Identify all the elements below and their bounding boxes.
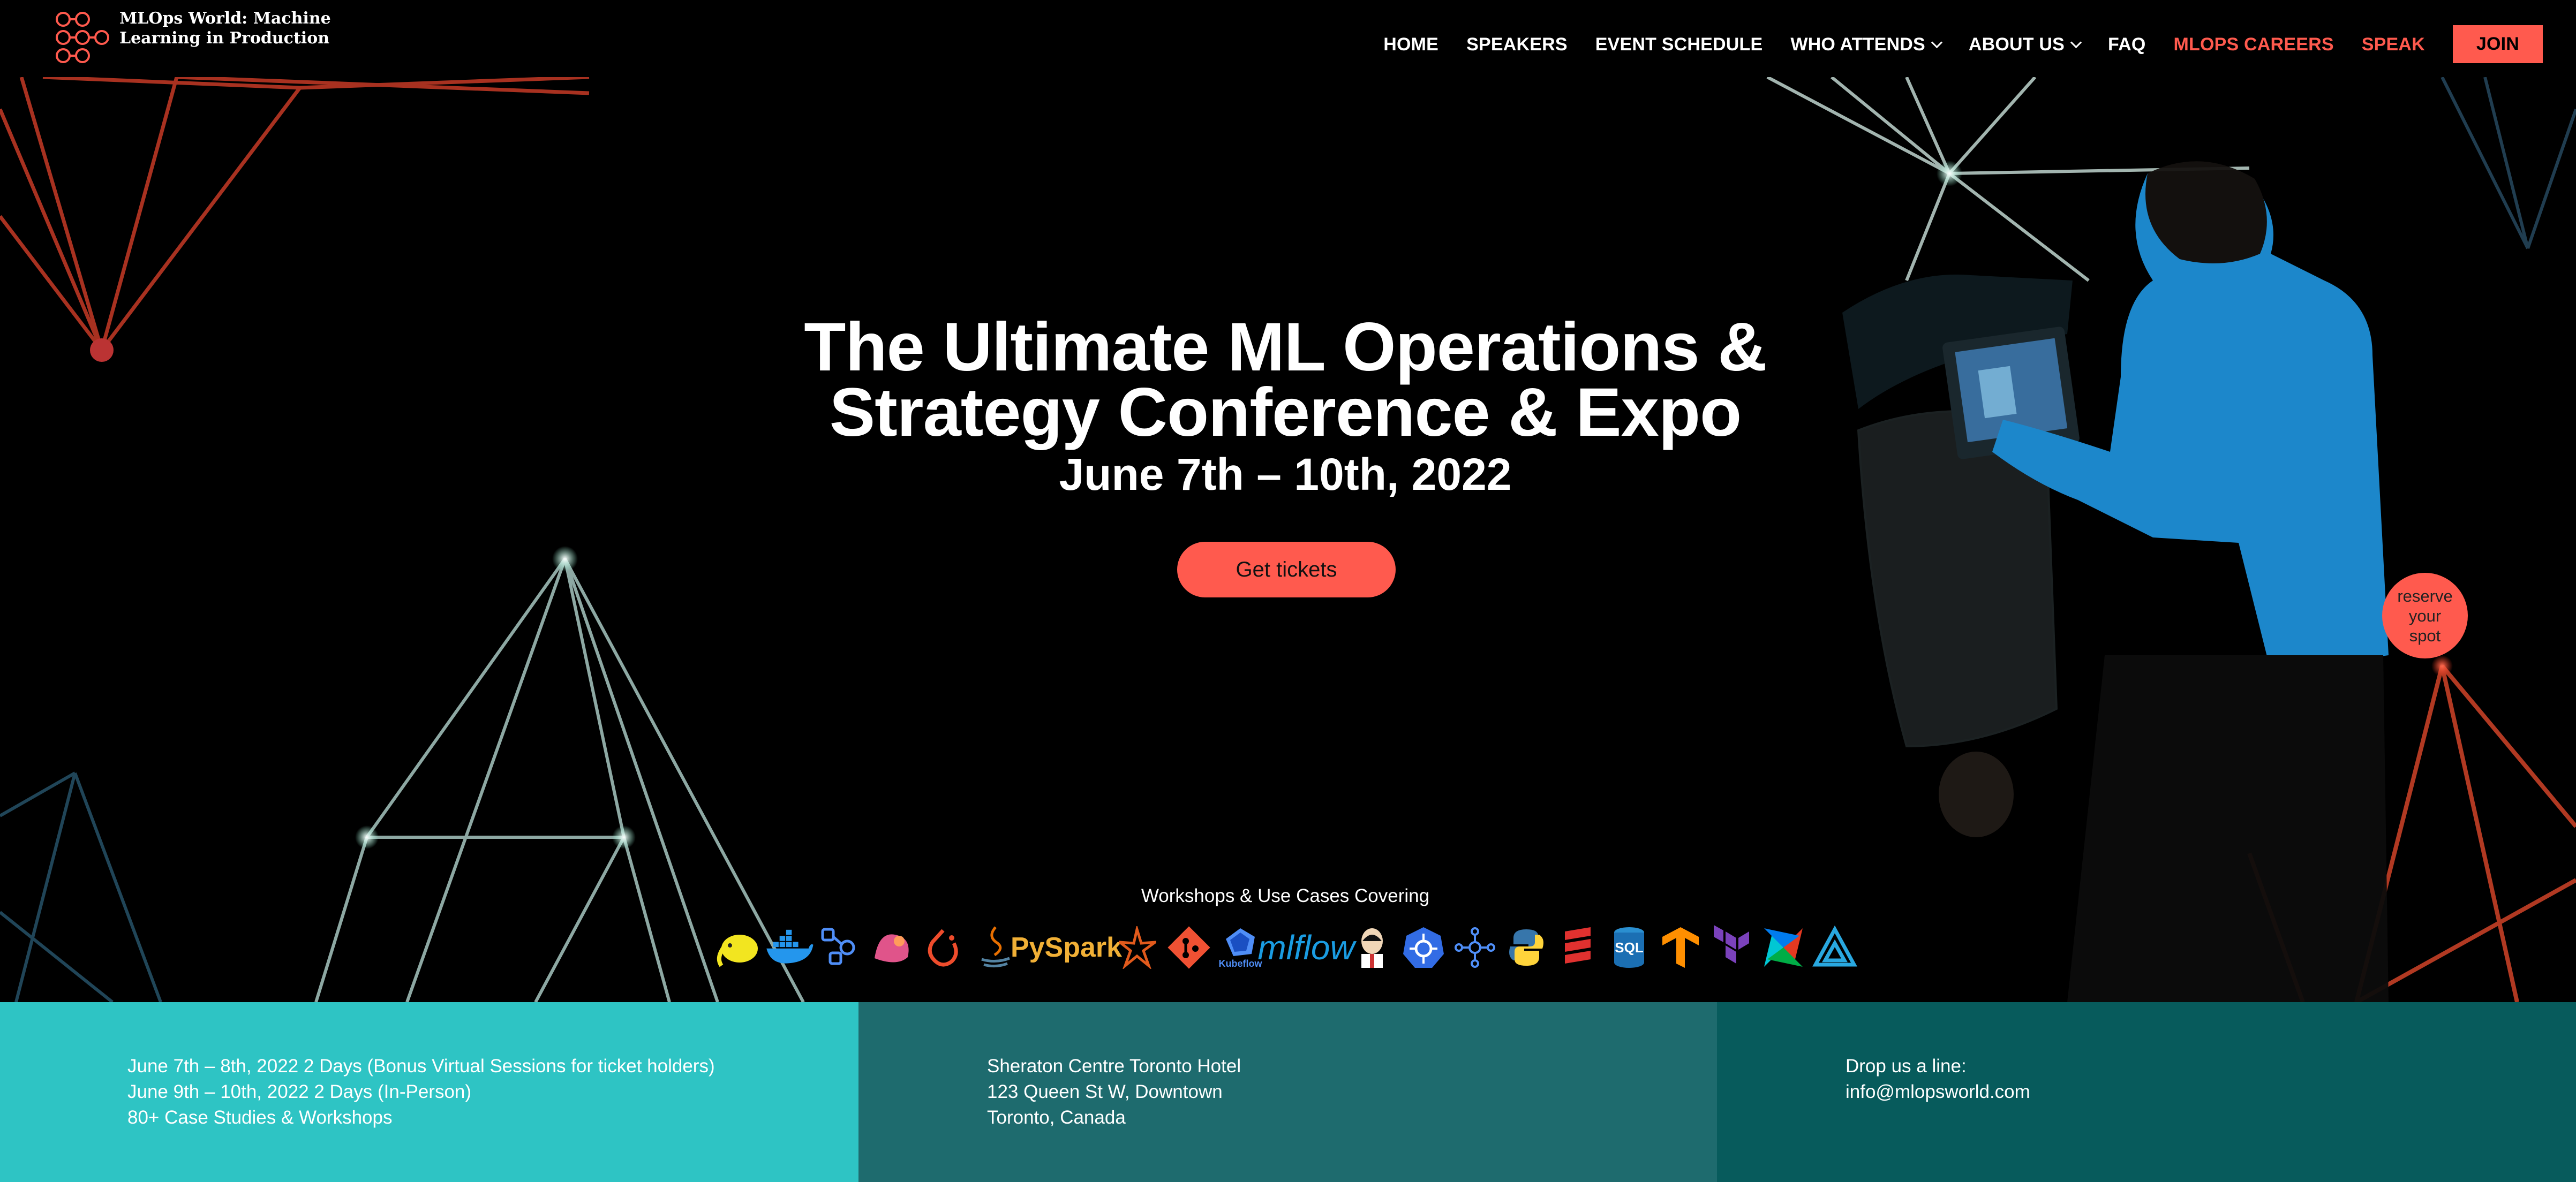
contact-column: Drop us a line: info@mlopsworld.com <box>1717 1002 2576 1182</box>
mlflow-icon: mlflow <box>1257 922 1354 973</box>
nav-about-us[interactable]: ABOUT US <box>1968 34 2082 55</box>
mlflow-label: mlflow <box>1257 928 1355 967</box>
venue-street: 123 Queen St W, Downtown <box>987 1081 1223 1102</box>
hero-title-line-2: Strategy Conference & Expo <box>829 374 1742 451</box>
venue-column: Sheraton Centre Toronto Hotel 123 Queen … <box>858 1002 1717 1182</box>
pyspark-icon: PySpark <box>1011 922 1122 973</box>
case-studies-line: 80+ Case Studies & Workshops <box>127 1107 393 1128</box>
nav-mlops-careers[interactable]: MLOPS CAREERS <box>2174 34 2334 55</box>
git-icon <box>1163 922 1215 973</box>
docker-icon <box>764 922 815 973</box>
chevron-down-icon <box>2070 36 2082 49</box>
reserve-label: reserve your spot <box>2397 586 2453 645</box>
airflow-icon <box>1758 922 1809 973</box>
get-tickets-button[interactable]: Get tickets <box>1177 542 1396 597</box>
nav-faq[interactable]: FAQ <box>2108 34 2146 55</box>
nav-about-us-label: ABOUT US <box>1968 34 2065 55</box>
nav-speak-label: SPEAK <box>2361 34 2425 55</box>
hadoop-elephant-icon <box>712 922 764 973</box>
event-dates-column: June 7th – 8th, 2022 2 Days (Bonus Virtu… <box>0 1002 858 1182</box>
hero-title-line-1: The Ultimate ML Operations & <box>804 309 1767 385</box>
contact-heading: Drop us a line: <box>1846 1056 1967 1077</box>
kubernetes-icon <box>1398 922 1449 973</box>
seldon-icon <box>867 922 918 973</box>
event-dates: June 7th – 10th, 2022 <box>1059 449 1512 499</box>
nav-speakers-label: SPEAKERS <box>1466 34 1568 55</box>
reserve-your-spot-button[interactable]: reserve your spot <box>2382 573 2468 658</box>
nav-faq-label: FAQ <box>2108 34 2146 55</box>
nav-event-schedule-label: EVENT SCHEDULE <box>1595 34 1763 55</box>
info-strip: June 7th – 8th, 2022 2 Days (Bonus Virtu… <box>0 1002 2576 1182</box>
stack-icon <box>1552 922 1603 973</box>
site-logo-text[interactable]: MLOps World: Machine Learning in Product… <box>119 9 344 48</box>
top-navigation: MLOps World: Machine Learning in Product… <box>0 0 2576 77</box>
sql-label: SQL <box>1615 939 1644 956</box>
hero-section: The Ultimate ML Operations & Strategy Co… <box>0 77 2576 1002</box>
pytorch-icon <box>918 922 969 973</box>
nav-mlops-careers-label: MLOPS CAREERS <box>2173 34 2334 55</box>
terraform-icon <box>1706 922 1758 973</box>
hero-background-image <box>0 77 2576 1002</box>
chevron-down-icon <box>1931 36 1942 49</box>
nav-speak[interactable]: SPEAK <box>2362 34 2425 55</box>
azure-ml-icon <box>1809 922 1861 973</box>
contact-email-link[interactable]: info@mlopsworld.com <box>1846 1079 2576 1105</box>
jenkins-icon <box>1346 922 1398 973</box>
graph-nodes-icon <box>1449 922 1501 973</box>
nav-home[interactable]: HOME <box>1383 34 1438 55</box>
main-menu: HOME SPEAKERS EVENT SCHEDULE WHO ATTENDS… <box>1383 25 2543 63</box>
spark-star-icon <box>1112 922 1163 973</box>
nav-home-label: HOME <box>1383 34 1439 55</box>
nav-speakers[interactable]: SPEAKERS <box>1466 34 1568 55</box>
kubeflow-pipelines-icon <box>815 922 867 973</box>
python-icon <box>1501 922 1552 973</box>
venue-name: Sheraton Centre Toronto Hotel <box>987 1056 1241 1077</box>
mlops-logo-icon[interactable] <box>49 7 114 66</box>
workshops-heading: Workshops & Use Cases Covering <box>1141 885 1430 906</box>
hero-title: The Ultimate ML Operations & Strategy Co… <box>691 309 1880 451</box>
tensorflow-icon <box>1655 922 1706 973</box>
venue-city: Toronto, Canada <box>987 1107 1126 1128</box>
kubeflow-label: Kubeflow <box>1218 958 1262 969</box>
nav-who-attends-label: WHO ATTENDS <box>1790 34 1925 55</box>
sql-database-icon: SQL <box>1603 922 1655 973</box>
nav-event-schedule[interactable]: EVENT SCHEDULE <box>1595 34 1763 55</box>
in-person-dates-line: June 9th – 10th, 2022 2 Days (In-Person) <box>127 1081 472 1102</box>
join-button[interactable]: JOIN <box>2452 25 2543 63</box>
virtual-dates-line: June 7th – 8th, 2022 2 Days (Bonus Virtu… <box>127 1056 715 1077</box>
nav-who-attends[interactable]: WHO ATTENDS <box>1790 34 1942 55</box>
pyspark-label: PySpark <box>1010 932 1123 963</box>
tools-logo-strip: PySpark Kubeflow mlflow SQL <box>712 921 1861 974</box>
